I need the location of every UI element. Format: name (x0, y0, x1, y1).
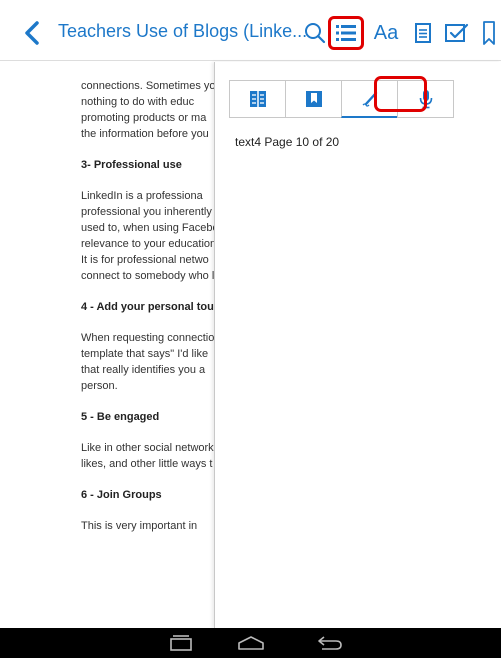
bookmark-button[interactable] (481, 16, 497, 50)
font-label: Aa (373, 21, 399, 44)
tab-bookmarks[interactable] (285, 80, 342, 118)
search-button[interactable] (302, 16, 328, 50)
font-settings-button[interactable]: Aa (371, 16, 401, 50)
recent-apps-button[interactable] (166, 633, 196, 653)
list-icon (336, 25, 356, 41)
chevron-left-icon (25, 21, 39, 45)
bookmark-icon (305, 91, 322, 107)
back-icon (318, 636, 342, 650)
tab-toc[interactable] (229, 80, 286, 118)
home-icon (238, 636, 264, 650)
page-view-button[interactable] (412, 16, 434, 50)
contents-button[interactable] (328, 16, 364, 50)
panel-page-info: text4 Page 10 of 20 (235, 135, 340, 149)
recent-apps-icon (170, 635, 192, 651)
document-icon (415, 23, 431, 43)
book-title: Teachers Use of Blogs (Linke... (58, 21, 308, 41)
system-back-button[interactable] (315, 633, 345, 653)
annotations-panel: text4 Page 10 of 20 (214, 62, 501, 628)
app-bar: Teachers Use of Blogs (Linke... Aa (0, 0, 501, 61)
notes-button[interactable] (443, 16, 471, 50)
panel-tabs (229, 80, 501, 118)
table-of-contents-icon (249, 91, 266, 107)
edit-note-icon (445, 23, 469, 42)
bookmark-icon (483, 21, 495, 45)
home-button[interactable] (236, 633, 266, 653)
system-nav-bar (0, 628, 501, 658)
back-button[interactable] (22, 20, 42, 46)
search-icon (305, 23, 326, 44)
tab-highlight-marker (374, 76, 427, 112)
